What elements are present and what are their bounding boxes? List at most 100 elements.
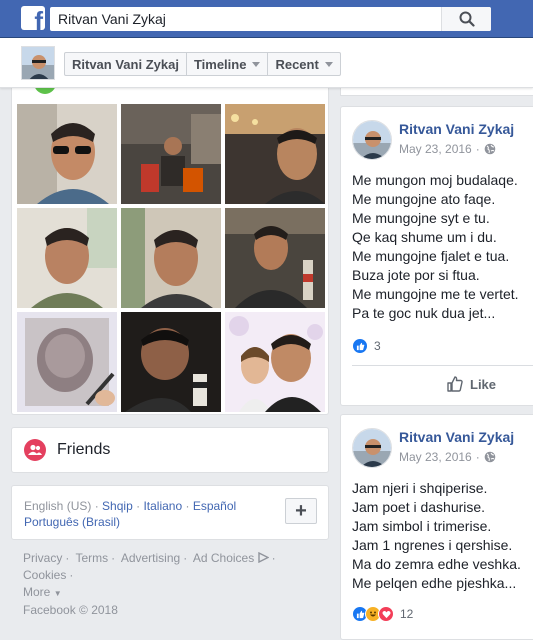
post-author-name[interactable]: Ritvan Vani Zykaj <box>399 121 514 137</box>
thumbs-up-icon <box>447 376 463 392</box>
post-date[interactable]: May 23, 2016 <box>399 142 472 156</box>
post-text-line: Me mungon moj budalaqe. <box>352 172 518 188</box>
page-footer: Privacy · Terms · Advertising · Ad Choices … <box>23 550 323 619</box>
photo-thumbnail[interactable] <box>121 208 221 308</box>
more-languages-button[interactable]: + <box>285 498 317 524</box>
reactions-summary[interactable]: 3 <box>352 338 381 354</box>
footer-link-privacy[interactable]: Privacy <box>23 551 62 565</box>
recent-label: Recent <box>275 56 319 72</box>
post-text-line: Me pelqen edhe pjeshka... <box>352 575 517 591</box>
post-text: Jam njeri i shqiperise. Jam poet i dashu… <box>352 479 521 593</box>
selfie-room-3-image <box>225 208 325 308</box>
facebook-logo-icon[interactable]: f <box>21 6 45 30</box>
post-author-name[interactable]: Ritvan Vani Zykaj <box>399 429 514 445</box>
separator: · <box>136 499 141 513</box>
footer-links: Privacy · Terms · Advertising · Ad Choices … <box>23 551 276 582</box>
photo-thumbnail[interactable] <box>225 104 325 204</box>
chevron-down-icon <box>252 61 261 67</box>
post-text-line: Jam simbol i trimerise. <box>352 518 492 534</box>
footer-more-link[interactable]: More <box>23 585 50 599</box>
post-text-line: Jam njeri i shqiperise. <box>352 480 488 496</box>
facebook-logo-letter: f <box>34 6 43 30</box>
search-button[interactable] <box>441 7 491 31</box>
post-text-line: Jam 1 ngrenes i qershise. <box>352 537 513 553</box>
photo-thumbnail[interactable] <box>225 208 325 308</box>
friends-icon <box>24 439 46 461</box>
photo-thumbnail[interactable] <box>17 208 117 308</box>
recent-dropdown[interactable]: Recent <box>268 53 339 75</box>
globe-icon <box>484 451 496 463</box>
language-link-shqip[interactable]: Shqip <box>102 499 133 513</box>
footer-link-terms[interactable]: Terms <box>75 551 108 565</box>
post-card: Ritvan Vani Zykaj May 23, 2016 · Jam nje… <box>340 414 533 640</box>
globe-icon <box>484 143 496 155</box>
footer-copyright: Facebook © 2018 <box>23 603 118 617</box>
post-text-line: Pa te goc nuk dua jet... <box>352 305 496 321</box>
previous-post-bottom <box>340 88 533 96</box>
reaction-count: 3 <box>374 339 381 353</box>
selfie-dark-image <box>121 312 221 412</box>
photo-grid <box>17 104 325 412</box>
footer-link-ad-choices[interactable]: Ad Choices <box>193 551 254 565</box>
post-author-avatar[interactable] <box>352 120 392 160</box>
separator: · <box>94 499 99 513</box>
search-input[interactable] <box>50 7 441 31</box>
friends-card[interactable]: Friends <box>11 427 329 473</box>
selfie-room-2-image <box>121 208 221 308</box>
selfie-restaurant-image <box>225 104 325 204</box>
ad-choices-icon <box>257 551 270 564</box>
footer-link-cookies[interactable]: Cookies <box>23 568 66 582</box>
post-meta: May 23, 2016 · <box>399 142 496 156</box>
photo-thumbnail[interactable] <box>17 312 117 412</box>
search-box <box>50 7 491 31</box>
post-text-line: Ma do zemra edhe veshka. <box>352 556 521 572</box>
photo-thumbnail[interactable] <box>225 312 325 412</box>
avatar-image <box>353 121 391 159</box>
post-text-line: Me mungojne me te vertet. <box>352 286 519 302</box>
language-link-espanol[interactable]: Español <box>193 499 236 513</box>
reactions-summary[interactable]: 12 <box>352 606 413 622</box>
post-text: Me mungon moj budalaqe. Me mungojne ato … <box>352 171 519 323</box>
like-label: Like <box>470 376 497 392</box>
selfie-room-1-image <box>17 208 117 308</box>
footer-more-row: More ▼ <box>23 584 323 602</box>
footer-link-advertising[interactable]: Advertising <box>121 551 180 565</box>
post-text-line: Me mungojne syt e tu. <box>352 210 490 226</box>
post-text-line: Me mungojne fjalet e tua. <box>352 248 510 264</box>
photo-thumbnail[interactable] <box>121 312 221 412</box>
profile-subheader: Ritvan Vani Zykaj Timeline Recent <box>0 38 533 88</box>
chevron-down-icon <box>324 61 333 67</box>
chevron-down-icon: ▼ <box>53 589 62 598</box>
languages-card: English (US) · Shqip · Italiano · Españo… <box>11 485 329 540</box>
photo-thumbnail[interactable] <box>17 104 117 204</box>
profile-name-button[interactable]: Ritvan Vani Zykaj <box>65 53 187 75</box>
current-language: English (US) <box>24 499 92 513</box>
search-icon <box>459 11 475 27</box>
post-date[interactable]: May 23, 2016 <box>399 450 472 464</box>
timeline-dropdown[interactable]: Timeline <box>187 53 269 75</box>
separator: · <box>185 499 190 513</box>
post-divider <box>352 365 533 366</box>
post-text-line: Jam poet i dashurise. <box>352 499 486 515</box>
timeline-label: Timeline <box>193 56 247 72</box>
profile-avatar[interactable] <box>21 46 55 80</box>
avatar-image <box>353 429 391 467</box>
language-link-portugues[interactable]: Português (Brasil) <box>24 515 120 529</box>
profile-name-label: Ritvan Vani Zykaj <box>72 56 179 72</box>
post-text-line: Buza jote por si ftua. <box>352 267 480 283</box>
like-button[interactable]: Like <box>446 375 496 393</box>
post-text-line: Qe kaq shume um i du. <box>352 229 497 245</box>
post-text-line: Me mungojne ato faqe. <box>352 191 496 207</box>
friends-label[interactable]: Friends <box>57 441 110 459</box>
love-reaction-icon <box>378 606 394 622</box>
pencil-drawing-portrait-image <box>17 312 117 412</box>
post-author-avatar[interactable] <box>352 428 392 468</box>
language-link-italiano[interactable]: Italiano <box>143 499 182 513</box>
post-card: Ritvan Vani Zykaj May 23, 2016 · Me mung… <box>340 106 533 406</box>
man-sitting-cafe-image <box>121 104 221 204</box>
photo-thumbnail[interactable] <box>121 104 221 204</box>
photos-card <box>11 80 329 415</box>
post-meta: May 23, 2016 · <box>399 450 496 464</box>
like-reaction-icon <box>352 338 368 354</box>
language-line-1: English (US) · Shqip · Italiano · Españo… <box>24 499 236 513</box>
